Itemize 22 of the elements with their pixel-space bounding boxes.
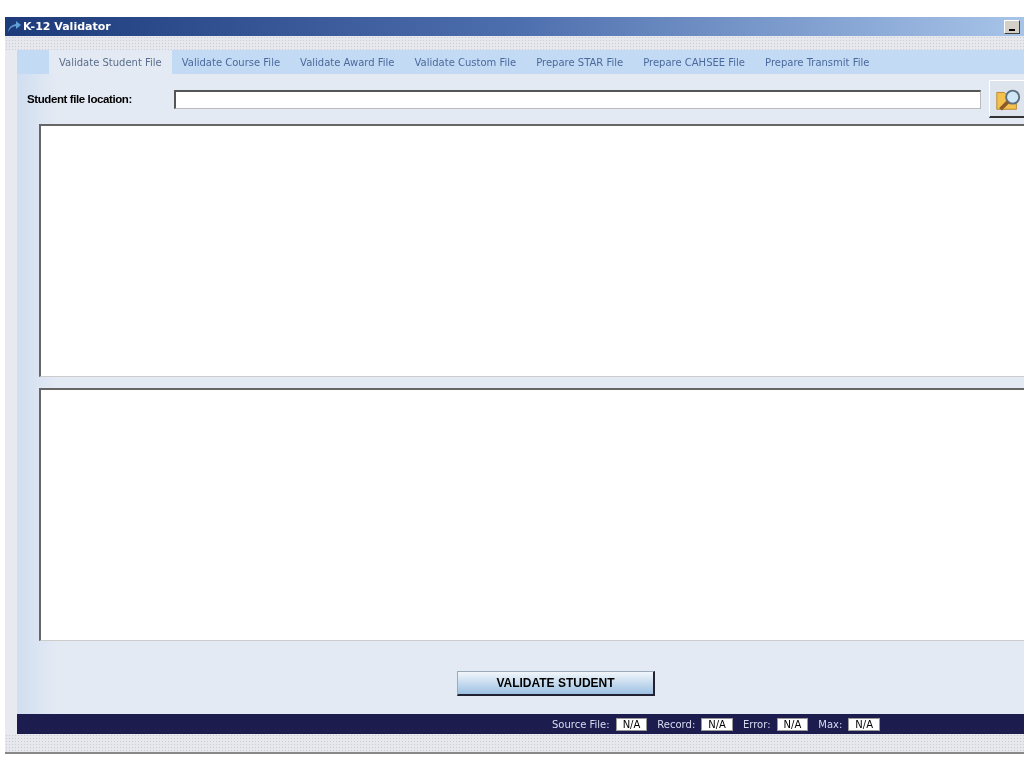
tab[interactable]: Prepare Transmit File xyxy=(755,50,880,74)
field-label: Student file location: xyxy=(27,93,133,105)
tab[interactable]: Validate Student File xyxy=(49,50,172,74)
validate-student-button[interactable]: VALIDATE STUDENT xyxy=(457,671,655,696)
status-label: Source File: xyxy=(552,718,610,730)
arrow-icon xyxy=(7,20,21,33)
status-value: N/A xyxy=(848,717,880,731)
tab[interactable]: Validate Custom File xyxy=(404,50,527,74)
status-label: Record: xyxy=(657,718,696,730)
window-title: K-12 Validator xyxy=(23,20,111,33)
file-path-field[interactable] xyxy=(174,89,981,109)
status-label: Error: xyxy=(742,718,771,730)
tab[interactable]: Prepare STAR File xyxy=(526,50,634,74)
status-value: N/A xyxy=(615,717,648,731)
browse-button[interactable] xyxy=(989,80,1024,118)
status-label: Max: xyxy=(818,718,843,730)
tab[interactable]: Validate Award File xyxy=(290,50,405,74)
minimize-button[interactable] xyxy=(1004,19,1020,34)
status-value: N/A xyxy=(776,717,809,731)
tab[interactable]: Validate Course File xyxy=(171,50,291,74)
status-value: N/A xyxy=(701,717,733,731)
tab[interactable]: Prepare CAHSEE File xyxy=(633,50,756,74)
